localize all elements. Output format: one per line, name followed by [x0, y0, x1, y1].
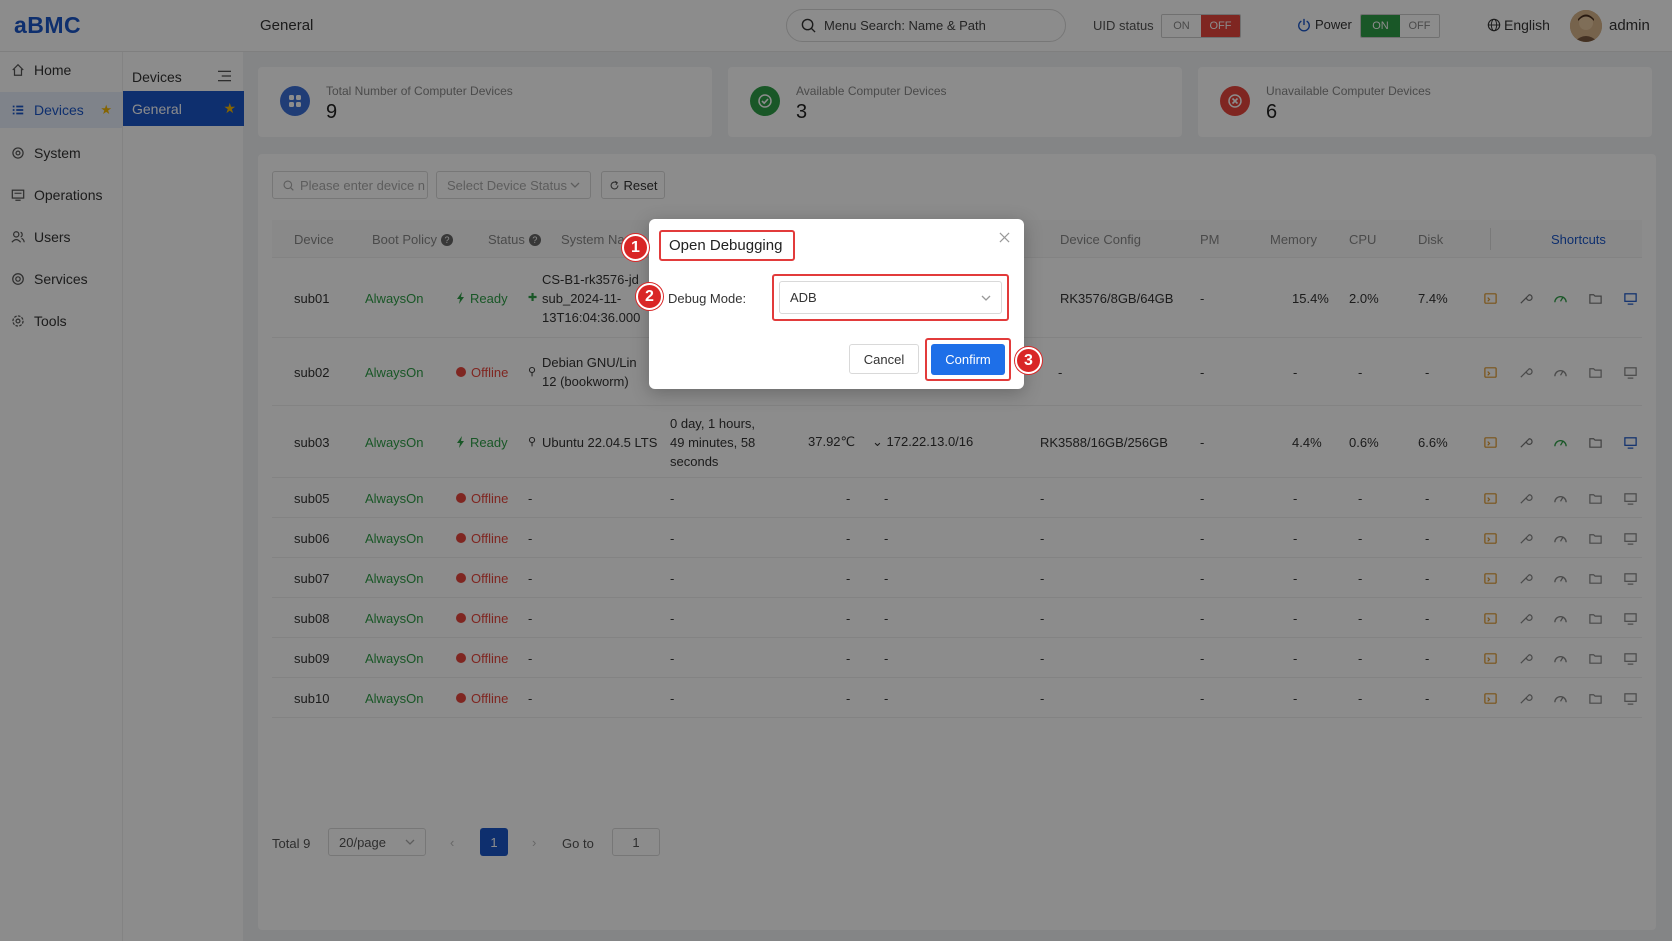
debug-mode-label: Debug Mode: [668, 291, 747, 306]
confirm-button[interactable]: Confirm [931, 344, 1005, 375]
modal-overlay[interactable] [0, 0, 1672, 941]
debug-mode-select[interactable]: ADB [779, 281, 1002, 314]
step-badge-2: 2 [636, 283, 663, 310]
open-debugging-dialog: Open Debugging Debug Mode: ADB Cancel Co… [649, 219, 1024, 389]
debug-mode-highlight: ADB [772, 274, 1009, 321]
dialog-title: Open Debugging [659, 230, 795, 261]
step-badge-1: 1 [622, 234, 649, 261]
debug-mode-value: ADB [790, 290, 817, 305]
close-icon[interactable] [999, 232, 1010, 243]
chevron-down-icon [981, 295, 991, 301]
cancel-button[interactable]: Cancel [849, 344, 919, 374]
step-badge-3: 3 [1015, 347, 1042, 374]
confirm-highlight: Confirm [925, 338, 1011, 381]
